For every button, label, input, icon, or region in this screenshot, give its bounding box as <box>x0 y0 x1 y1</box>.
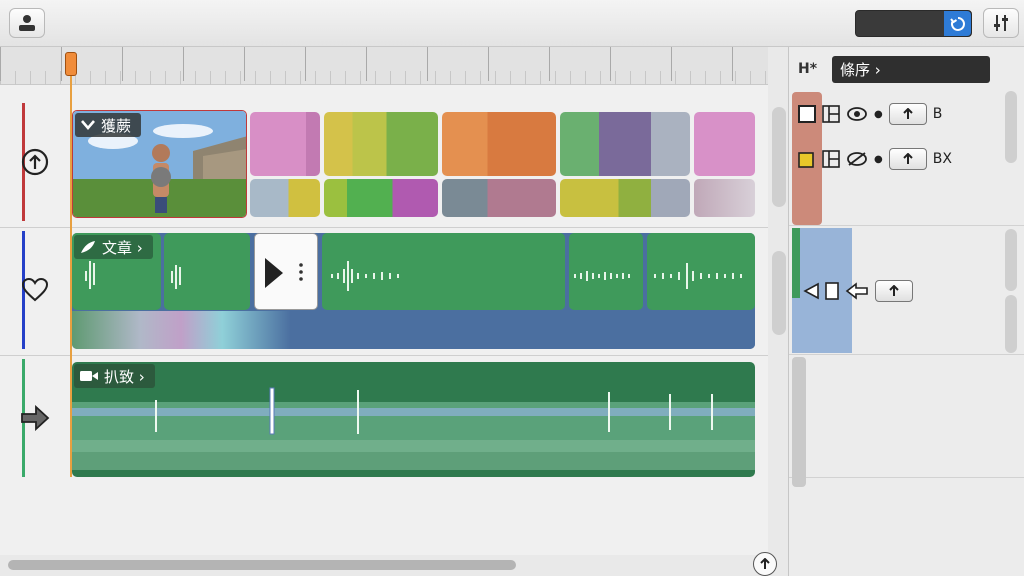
music-waveform <box>72 387 755 470</box>
timeline-vscroll-thumb-1[interactable] <box>772 107 786 207</box>
clip-thumb-yellow[interactable] <box>324 112 438 176</box>
lane2-green-mark <box>792 228 800 298</box>
inspector-title[interactable]: 條序 › <box>832 56 990 83</box>
video-clip-title: 獲蕨 <box>101 116 132 135</box>
chevron-down-icon <box>81 119 95 131</box>
user-icon <box>17 14 37 32</box>
waveform <box>574 271 630 281</box>
audio-clip-5[interactable] <box>647 233 755 310</box>
track2-header[interactable] <box>0 231 70 349</box>
inspector-row-2: ● BX <box>798 145 952 173</box>
clip-thumb-light[interactable] <box>694 179 755 217</box>
inspector-scroll-3[interactable] <box>1005 295 1017 353</box>
lane3-swatch <box>792 357 806 487</box>
up-circle-icon[interactable] <box>21 148 49 176</box>
refresh-icon <box>949 16 966 32</box>
music-clip-label: 扒致 › <box>74 364 155 388</box>
copy-icon[interactable] <box>798 150 816 168</box>
search-go-button[interactable] <box>944 11 971 36</box>
track3-header[interactable] <box>0 359 70 477</box>
leaf-icon <box>80 240 96 254</box>
top-toolbar <box>0 0 1024 47</box>
waveform <box>331 261 399 291</box>
playhead-line <box>70 52 72 477</box>
audio-track-filmstrip <box>72 311 755 349</box>
row1-trail: B <box>932 106 943 122</box>
up-arrow-icon <box>760 558 770 570</box>
left-arrow-icon[interactable] <box>803 282 819 300</box>
inspector-row-3 <box>803 277 913 305</box>
audio-clip-3[interactable] <box>322 233 565 310</box>
user-button[interactable] <box>9 8 45 38</box>
timeline-ruler[interactable] <box>0 47 768 85</box>
square-icon[interactable] <box>798 105 816 123</box>
inspector-scroll-2[interactable] <box>1005 229 1017 291</box>
video-clip-label: 獲蕨 <box>75 113 142 137</box>
eye-icon[interactable] <box>846 106 868 122</box>
row2-up-button[interactable] <box>888 148 927 170</box>
clip-thumb-mix[interactable] <box>560 179 690 217</box>
play-icon <box>265 258 283 288</box>
music-clip-title: 扒致 › <box>104 367 145 386</box>
playhead-knob[interactable] <box>65 52 77 76</box>
clip-thumb-sky[interactable] <box>250 179 320 217</box>
audio-clip-2[interactable] <box>164 233 250 310</box>
inspector-scroll-1[interactable] <box>1005 91 1017 163</box>
dot-icon: ● <box>874 108 883 120</box>
audio-clip-4[interactable] <box>569 233 643 310</box>
eye-icon[interactable] <box>846 151 868 167</box>
audio-clip-title: 文章 › <box>102 238 143 257</box>
clip-thumb-orange[interactable] <box>442 112 556 176</box>
back-arrow-icon[interactable] <box>845 282 869 300</box>
clip-thumb-grey[interactable] <box>442 179 556 217</box>
heart-icon[interactable] <box>21 277 49 303</box>
inspector-header-glyph: H* <box>798 61 818 77</box>
waveform <box>654 263 742 289</box>
clip-thumb-purple[interactable] <box>560 112 690 176</box>
layout-icon[interactable] <box>822 150 840 168</box>
ruler-ticks <box>0 47 768 85</box>
more-icon[interactable] <box>299 262 303 282</box>
layout-icon[interactable] <box>822 105 840 123</box>
waveform <box>171 265 181 289</box>
track1-header[interactable] <box>0 103 70 221</box>
row3-up-button[interactable] <box>875 280 913 302</box>
timeline-tracks: 獲蕨 文章 › 扒致 › <box>0 85 786 555</box>
sliders-icon <box>992 14 1010 32</box>
inspector-title-text: 條序 › <box>840 61 881 79</box>
search-field[interactable] <box>855 10 972 37</box>
music-clip[interactable]: 扒致 › <box>72 362 755 477</box>
camera-icon <box>80 370 98 382</box>
audio-clip-label: 文章 › <box>74 235 153 259</box>
row1-up-button[interactable] <box>888 103 927 125</box>
dot-icon: ● <box>874 153 883 165</box>
timeline-hscroll-thumb[interactable] <box>8 560 516 570</box>
clip-thumb-pink2[interactable] <box>694 112 755 176</box>
clip-thumb-pink[interactable] <box>250 112 320 176</box>
scroll-up-button[interactable] <box>753 552 777 576</box>
clip-thumb-green[interactable] <box>324 179 438 217</box>
mixer-button[interactable] <box>983 8 1019 38</box>
right-arrow-icon[interactable] <box>20 405 50 431</box>
timeline-vscroll-thumb-2[interactable] <box>772 251 786 335</box>
row2-trail: BX <box>932 151 952 167</box>
page-icon[interactable] <box>825 282 839 300</box>
inspector-row-1: ● B <box>798 100 942 128</box>
play-clip-button[interactable] <box>254 233 318 310</box>
video-clip-main[interactable]: 獲蕨 <box>72 110 247 218</box>
